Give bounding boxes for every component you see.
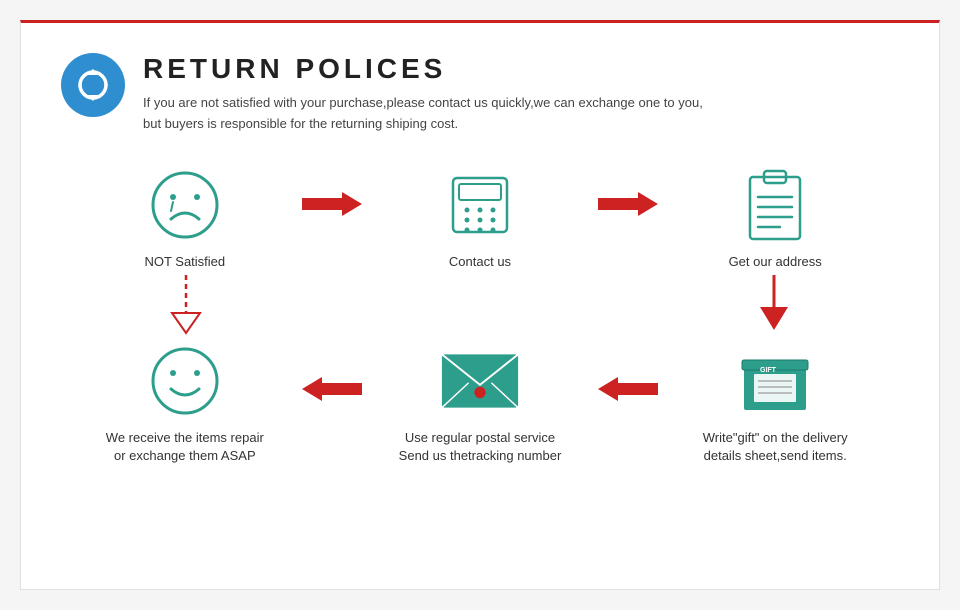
clipboard-icon	[735, 165, 815, 245]
gift-box-icon: GIFT	[735, 341, 815, 421]
step-get-address: Get our address	[685, 165, 865, 271]
description: If you are not satisfied with your purch…	[143, 93, 703, 135]
dashed-down-arrow	[141, 275, 221, 335]
not-satisfied-label: NOT Satisfied	[144, 253, 225, 271]
page-title: RETURN POLICES	[143, 53, 703, 85]
happy-face-icon	[145, 341, 225, 421]
arrow-right-1	[302, 190, 362, 218]
phone-icon	[440, 165, 520, 245]
sad-face-icon	[145, 165, 225, 245]
arrow-left-2	[598, 375, 658, 403]
step-contact-us: Contact us	[390, 165, 570, 271]
get-address-label: Get our address	[729, 253, 822, 271]
svg-text:GIFT: GIFT	[760, 367, 777, 374]
step-postal-service: Use regular postal service Send us thetr…	[390, 341, 570, 465]
header-section: RETURN POLICES If you are not satisfied …	[61, 53, 899, 135]
flow-row-1: NOT Satisfied	[81, 165, 879, 271]
arrow-right-2	[598, 190, 658, 218]
step-receive-items: We receive the items repair or exchange …	[95, 341, 275, 465]
flow-row-2: We receive the items repair or exchange …	[81, 341, 879, 465]
header-text: RETURN POLICES If you are not satisfied …	[143, 53, 703, 135]
logo-icon	[61, 53, 125, 117]
main-card: RETURN POLICES If you are not satisfied …	[20, 20, 940, 590]
postal-service-label: Use regular postal service Send us thetr…	[399, 429, 562, 465]
receive-items-label: We receive the items repair or exchange …	[106, 429, 264, 465]
arrow-left-1	[302, 375, 362, 403]
contact-us-label: Contact us	[449, 253, 511, 271]
write-gift-label: Write"gift" on the delivery details shee…	[703, 429, 848, 465]
step-write-gift: GIFT Write"gift" on the delivery details…	[685, 341, 865, 465]
step-not-satisfied: NOT Satisfied	[95, 165, 275, 271]
flow-diagram: NOT Satisfied	[61, 165, 899, 466]
middle-arrows	[81, 271, 879, 341]
solid-down-arrow	[739, 275, 819, 335]
envelope-icon	[440, 341, 520, 421]
